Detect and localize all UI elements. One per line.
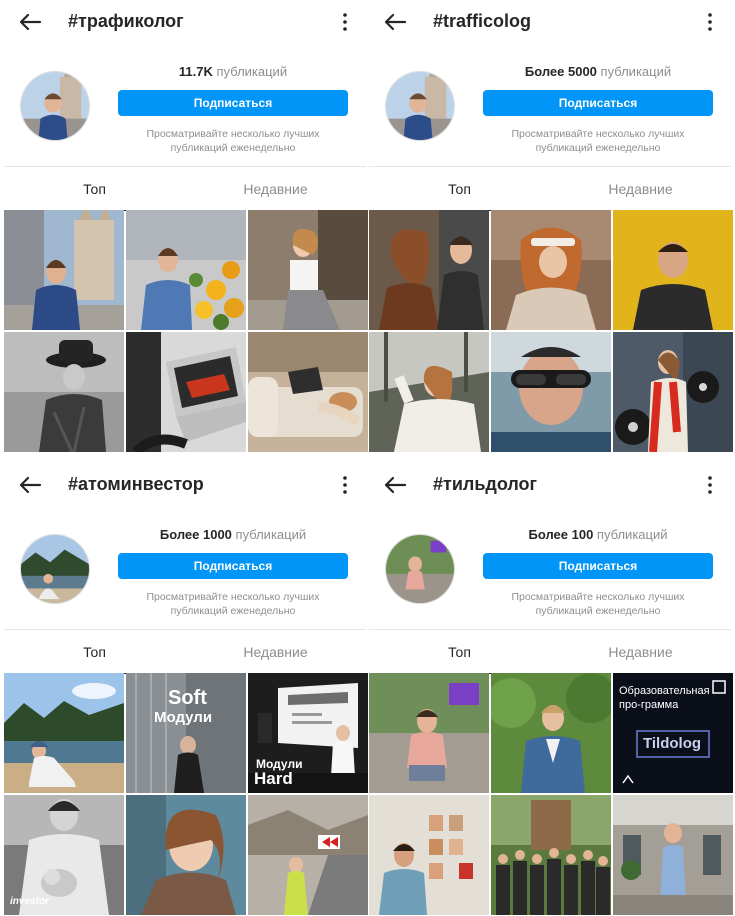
panel-header: #trafficolog	[369, 0, 731, 44]
page-title: #тильдолог	[433, 474, 538, 494]
follow-button[interactable]: Подписаться	[118, 90, 348, 116]
page-title: #трафиколог	[68, 11, 184, 31]
post-thumbnail[interactable]	[248, 795, 368, 915]
avatar	[20, 534, 90, 604]
post-thumbnail[interactable]	[126, 795, 246, 915]
page-title: #trafficolog	[433, 11, 532, 31]
post-count: Более 1000 публикаций	[159, 527, 307, 542]
arrow-left-icon[interactable]	[18, 12, 42, 32]
tab-top[interactable]: Топ	[4, 167, 185, 211]
post-thumbnail[interactable]	[369, 673, 489, 793]
hashtag-profile: 11.7K публикаций Подписаться Просматрива…	[4, 44, 366, 166]
arrow-left-icon[interactable]	[383, 475, 407, 495]
page-title: #атоминвестор	[68, 474, 204, 494]
post-thumbnail[interactable]: Образовательная про-грамма Tildolog	[613, 673, 733, 793]
post-thumbnail[interactable]	[491, 673, 611, 793]
follow-button[interactable]: Подписаться	[483, 90, 713, 116]
hashtag-panel-trafikolog: #трафиколог 11.7K публикаций Подписаться…	[4, 0, 368, 452]
post-overlay-text: Hard	[254, 769, 293, 788]
post-overlay-text: Tildolog	[643, 735, 702, 752]
avatar	[385, 534, 455, 604]
post-thumbnail[interactable]	[248, 210, 368, 330]
post-thumbnail[interactable]	[369, 332, 489, 452]
hashtag-panel-atominvestor: #атоминвестор Более 1000 публикаций Подп…	[4, 463, 368, 915]
hashtag-profile: Более 100 публикаций Подписаться Просмат…	[369, 507, 731, 629]
tab-top[interactable]: Топ	[4, 630, 185, 674]
post-overlay-text: Soft	[168, 687, 207, 709]
post-thumbnail[interactable]	[4, 673, 124, 793]
post-thumbnail[interactable]	[369, 210, 489, 330]
hashtag-panel-trafficolog: #trafficolog Более 5000 публикаций Подпи…	[369, 0, 733, 452]
panel-header: #трафиколог	[4, 0, 366, 44]
post-thumbnail[interactable]: investor	[4, 795, 124, 915]
post-count: Более 100 публикаций	[528, 527, 668, 542]
post-thumbnail[interactable]	[613, 332, 733, 452]
post-thumbnail[interactable]	[4, 332, 124, 452]
description: Просматривайте несколько лучших публикаци…	[146, 591, 320, 617]
post-thumbnail[interactable]: Модули Hard	[248, 673, 368, 793]
tab-recent[interactable]: Недавние	[550, 167, 731, 211]
post-thumbnail[interactable]	[491, 210, 611, 330]
more-vertical-icon[interactable]	[707, 475, 713, 495]
post-thumbnail[interactable]	[126, 332, 246, 452]
arrow-left-icon[interactable]	[18, 475, 42, 495]
avatar	[20, 71, 90, 141]
description: Просматривайте несколько лучших публикаци…	[511, 128, 685, 154]
tabs: Топ Недавние	[4, 166, 366, 211]
post-overlay-text: Модули	[154, 709, 213, 726]
more-vertical-icon[interactable]	[342, 475, 348, 495]
post-grid	[4, 210, 368, 452]
post-grid: Образовательная про-грамма Tildolog	[369, 673, 733, 915]
avatar	[385, 71, 455, 141]
follow-button[interactable]: Подписаться	[483, 553, 713, 579]
hashtag-profile: Более 5000 публикаций Подписаться Просма…	[369, 44, 731, 166]
panel-header: #атоминвестор	[4, 463, 366, 507]
post-overlay-text: Образовательная	[619, 685, 710, 697]
description: Просматривайте несколько лучших публикаци…	[146, 128, 320, 154]
post-thumbnail[interactable]	[369, 795, 489, 915]
tab-recent[interactable]: Недавние	[550, 630, 731, 674]
post-overlay-text: investor	[10, 896, 49, 907]
post-thumbnail[interactable]	[491, 795, 611, 915]
post-thumbnail[interactable]	[248, 332, 368, 452]
more-vertical-icon[interactable]	[707, 12, 713, 32]
hashtag-panel-tildolog: #тильдолог Более 100 публикаций Подписат…	[369, 463, 733, 915]
post-grid: Soft Модули Модули Hard investor	[4, 673, 368, 915]
tabs: Топ Недавние	[369, 166, 731, 211]
panel-header: #тильдолог	[369, 463, 731, 507]
tabs: Топ Недавние	[369, 629, 731, 674]
tab-top[interactable]: Топ	[369, 630, 550, 674]
tab-recent[interactable]: Недавние	[185, 167, 366, 211]
post-thumbnail[interactable]	[613, 795, 733, 915]
post-grid	[369, 210, 733, 452]
post-thumbnail[interactable]	[126, 210, 246, 330]
tabs: Топ Недавние	[4, 629, 366, 674]
post-thumbnail[interactable]	[491, 332, 611, 452]
post-overlay-text: про-грамма	[619, 699, 679, 711]
hashtag-profile: Более 1000 публикаций Подписаться Просма…	[4, 507, 366, 629]
follow-button[interactable]: Подписаться	[118, 553, 348, 579]
tab-top[interactable]: Топ	[369, 167, 550, 211]
more-vertical-icon[interactable]	[342, 12, 348, 32]
tab-recent[interactable]: Недавние	[185, 630, 366, 674]
post-count: Более 5000 публикаций	[524, 64, 672, 79]
post-count: 11.7K публикаций	[178, 64, 288, 79]
post-thumbnail[interactable]	[4, 210, 124, 330]
post-thumbnail[interactable]: Soft Модули	[126, 673, 246, 793]
arrow-left-icon[interactable]	[383, 12, 407, 32]
description: Просматривайте несколько лучших публикаци…	[511, 591, 685, 617]
post-thumbnail[interactable]	[613, 210, 733, 330]
